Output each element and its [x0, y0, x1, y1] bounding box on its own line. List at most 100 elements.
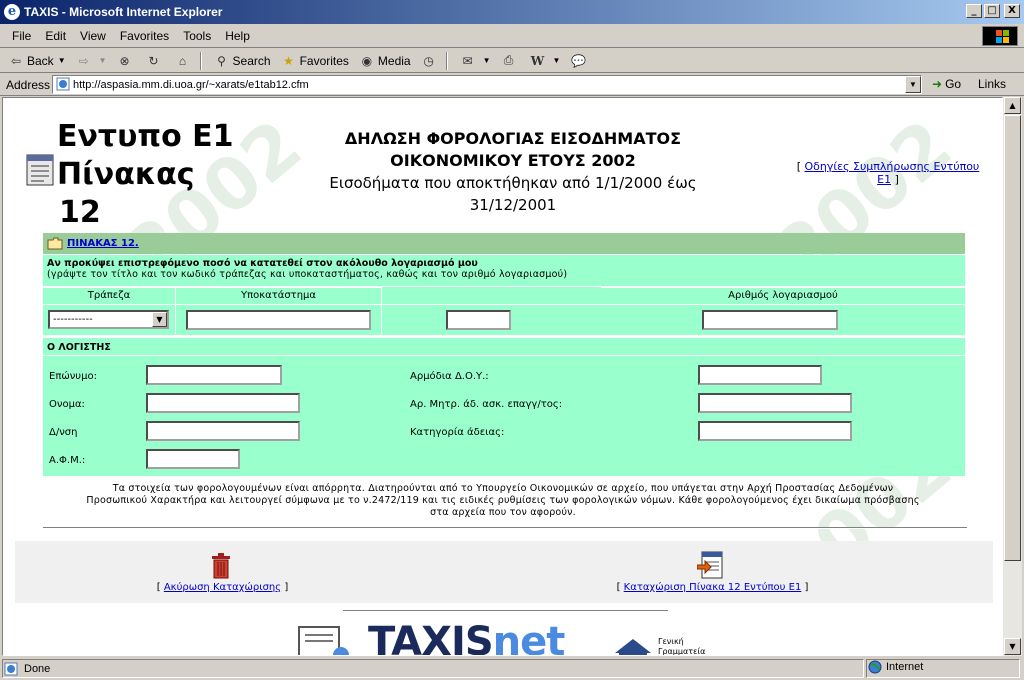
- search-label: Search: [232, 53, 271, 68]
- table12-header: ΠΙΝΑΚΑΣ 12.: [43, 233, 965, 254]
- instructions-link[interactable]: Οδηγίες Συμπλήρωσης Εντύπου Ε1: [805, 160, 980, 186]
- chevron-down-icon[interactable]: ▼: [152, 312, 167, 327]
- bank-select[interactable]: ----------- ▼: [48, 310, 169, 329]
- address-input[interactable]: http://aspasia.mm.di.uoa.gr/~xarats/e1ta…: [52, 75, 922, 94]
- stop-button[interactable]: ⊗: [115, 50, 138, 72]
- doy-input[interactable]: [698, 365, 822, 385]
- name-label: Ονομα:: [49, 399, 85, 410]
- cancel-entry-link[interactable]: Ακύρωση Καταχώρισης: [164, 582, 281, 593]
- vertical-scrollbar[interactable]: ▲ ▼: [1003, 97, 1022, 656]
- guide-link-wrapper: [ Οδηγίες Συμπλήρωσης Εντύπου Ε1 ]: [793, 160, 983, 186]
- account-number-input[interactable]: [702, 310, 838, 330]
- address-label: Address: [6, 77, 51, 92]
- ie-logo-icon: e: [4, 4, 20, 20]
- bracket-close: ]: [804, 582, 809, 593]
- address-field-label: Δ/νση: [49, 427, 78, 438]
- afm-input[interactable]: [146, 449, 240, 469]
- divider: [343, 610, 668, 611]
- col-branch: Υποκατάστημα: [176, 287, 381, 304]
- menu-tools[interactable]: Tools: [177, 29, 217, 43]
- refresh-button[interactable]: ↻: [144, 50, 167, 72]
- license-category-input[interactable]: [698, 421, 852, 441]
- secretariat-line2: Γραμματεία: [658, 647, 706, 656]
- bracket-open: [: [156, 582, 161, 593]
- form-heading: ΔΗΛΩΣΗ ΦΟΡΟΛΟΓΙΑΣ ΕΙΣΟΔΗΜΑΤΟΣ ΟΙΚΟΝΟΜΙΚΟ…: [293, 128, 733, 216]
- surname-input[interactable]: [146, 365, 282, 385]
- forward-arrow-icon: ⇨: [78, 53, 89, 68]
- forward-dropdown-icon[interactable]: ▼: [99, 56, 107, 65]
- close-button[interactable]: X: [1004, 4, 1020, 18]
- divider: [966, 286, 967, 334]
- search-icon: ⚲: [217, 53, 226, 68]
- form-title-line1: Εντυπο Ε1: [57, 119, 234, 154]
- bracket-open: [: [616, 582, 621, 593]
- license-number-input[interactable]: [698, 393, 852, 413]
- scroll-up-icon[interactable]: ▲: [1004, 97, 1021, 114]
- mail-button[interactable]: ✉ ▼: [458, 50, 493, 72]
- submit-form-icon[interactable]: [697, 551, 723, 579]
- printer-icon: ⎙: [503, 53, 514, 67]
- menu-edit[interactable]: Edit: [39, 29, 72, 43]
- forward-button[interactable]: ⇨ ▼: [74, 50, 109, 72]
- address-field-input[interactable]: [146, 421, 300, 441]
- back-dropdown-icon[interactable]: ▼: [58, 56, 66, 65]
- back-arrow-icon: ⇦: [10, 53, 22, 68]
- back-button[interactable]: ⇦ Back ▼: [6, 50, 68, 72]
- form-document-icon: [26, 154, 54, 186]
- menu-favorites[interactable]: Favorites: [114, 29, 175, 43]
- secretariat-label: Γενική Γραμματεία: [658, 637, 706, 656]
- table12-link[interactable]: ΠΙΝΑΚΑΣ 12.: [67, 238, 139, 249]
- go-arrow-icon: ➜: [932, 77, 943, 91]
- scroll-down-icon[interactable]: ▼: [1004, 638, 1021, 655]
- favorites-button[interactable]: ★ Favorites: [279, 50, 351, 72]
- history-button[interactable]: ◷: [419, 50, 442, 72]
- discuss-button[interactable]: 💬: [568, 50, 591, 72]
- name-input[interactable]: [146, 393, 300, 413]
- links-button[interactable]: Links: [978, 77, 1006, 91]
- trash-icon[interactable]: [210, 553, 232, 579]
- scroll-thumb[interactable]: [1004, 115, 1021, 561]
- address-url: http://aspasia.mm.di.uoa.gr/~xarats/e1ta…: [73, 78, 309, 91]
- minimize-button[interactable]: _: [966, 4, 982, 18]
- branch-code-input[interactable]: [446, 310, 511, 330]
- heading-fiscal-year: ΟΙΚΟΝΟΜΙΚΟΥ ΕΤΟΥΣ 2002: [390, 151, 636, 170]
- go-label: Go: [945, 77, 962, 91]
- page-icon: [56, 77, 70, 91]
- logo-text-net: net: [492, 621, 566, 656]
- heading-income-end: 31/12/2001: [469, 196, 557, 214]
- home-icon: ⌂: [178, 53, 187, 68]
- refund-hint: (γράψτε τον τίτλο και τον κωδικό τράπεζα…: [47, 269, 568, 280]
- mail-icon: ✉: [462, 53, 473, 68]
- maximize-button[interactable]: □: [984, 4, 1000, 18]
- print-button[interactable]: ⎙: [499, 50, 522, 72]
- mail-dropdown-icon[interactable]: ▼: [483, 56, 491, 65]
- go-button[interactable]: ➜ Go: [932, 77, 961, 91]
- branch-input[interactable]: [186, 310, 371, 330]
- taxisnet-document-icon: [298, 626, 349, 655]
- edit-dropdown-icon[interactable]: ▼: [553, 56, 561, 65]
- search-button[interactable]: ⚲ Search: [212, 50, 273, 72]
- surname-label: Επώνυμο:: [49, 371, 97, 382]
- address-dropdown-icon[interactable]: ▼: [905, 76, 921, 93]
- menu-file[interactable]: File: [6, 29, 37, 43]
- media-button[interactable]: ◉ Media: [357, 50, 413, 72]
- col-account: Αριθμός λογαριασμού: [601, 287, 965, 304]
- bank-select-value: -----------: [53, 314, 93, 325]
- menu-help[interactable]: Help: [219, 29, 256, 43]
- taxisnet-wordmark: TAXISnet: [368, 621, 566, 656]
- license-number-label: Αρ. Μητρ. άδ. ασκ. επαγγ/τος:: [410, 399, 563, 410]
- history-icon: ◷: [423, 53, 434, 68]
- status-bar: Done Internet: [0, 657, 1024, 680]
- edit-button[interactable]: W ▼: [528, 50, 563, 72]
- discuss-icon: 💬: [570, 53, 586, 68]
- form-title: Εντυπο Ε1 Πίνακας 12: [57, 118, 233, 232]
- window-title: TAXIS - Microsoft Internet Explorer: [24, 5, 223, 19]
- taxisnet-logo: TAXISnet Γενική Γραμματεία: [293, 621, 713, 656]
- form-title-line3: 12: [59, 195, 101, 230]
- status-done: Done: [4, 662, 50, 676]
- submit-table12-link[interactable]: Καταχώριση Πίνακα 12 Εντύπου Ε1: [624, 582, 802, 593]
- favorites-label: Favorites: [299, 53, 349, 68]
- menu-view[interactable]: View: [74, 29, 112, 43]
- home-button[interactable]: ⌂: [173, 50, 196, 72]
- privacy-line: Προσωπικού Χαρακτήρα και λειτουργεί σύμφ…: [86, 495, 920, 506]
